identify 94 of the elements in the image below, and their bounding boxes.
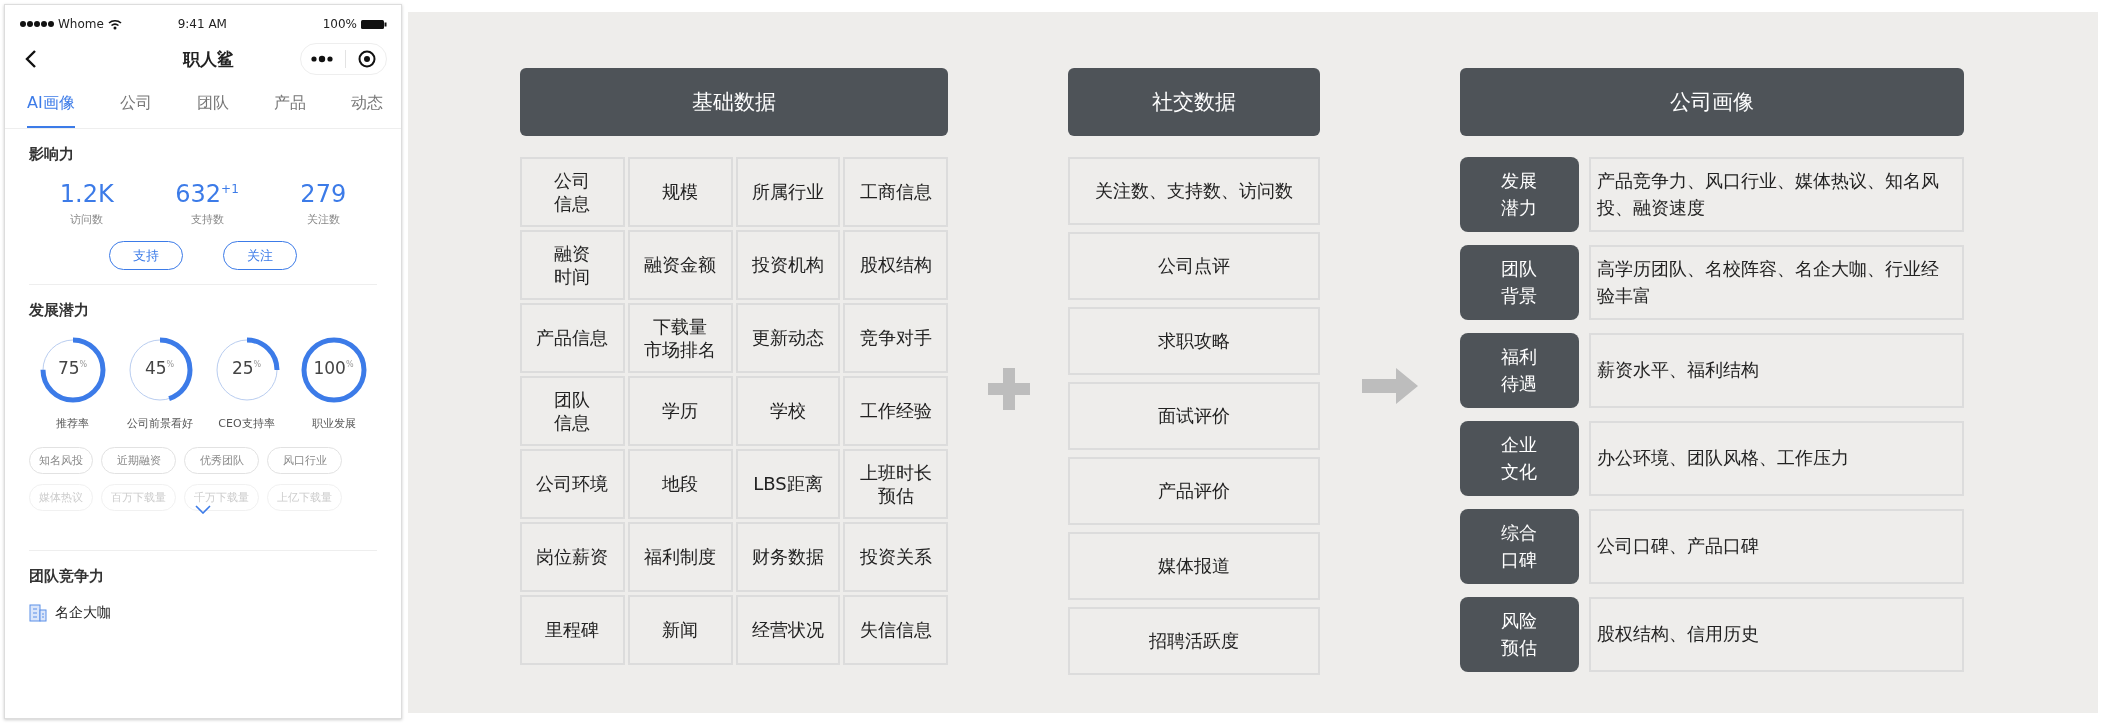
- stat-label: 支持数: [190, 212, 224, 227]
- data-cell: 面试评价: [1068, 382, 1320, 450]
- cell-text: 团队: [554, 387, 591, 411]
- expand-icon[interactable]: [195, 505, 211, 514]
- cell-text: LBS距离: [753, 472, 823, 496]
- dimension-description: 办公环境、团队风格、工作压力: [1589, 421, 1964, 496]
- wifi-icon: [107, 18, 122, 30]
- signal-icon: [19, 20, 55, 28]
- battery-icon: [361, 18, 387, 30]
- tab[interactable]: 团队: [196, 93, 229, 128]
- data-cell: 公司点评: [1068, 232, 1320, 300]
- dimension-label: 发展潜力: [1500, 169, 1539, 220]
- cell-text: 工作经验: [859, 399, 932, 423]
- cell-text: 学历: [662, 399, 699, 423]
- dimension-label: 福利待遇: [1500, 345, 1539, 396]
- cell-text: 投资机构: [751, 253, 824, 277]
- dimension-label: 企业文化: [1500, 433, 1539, 484]
- dimension-description: 公司口碑、产品口碑: [1589, 509, 1964, 584]
- cell-text: 融资金额: [644, 253, 717, 277]
- back-icon[interactable]: [25, 49, 37, 69]
- cell-text: 预估: [877, 484, 914, 508]
- dimension-label: 风险预估: [1500, 609, 1539, 660]
- ring-label: CEO支持率: [218, 416, 275, 431]
- cell-text: 竞争对手: [859, 326, 932, 350]
- column-header: 基础数据: [520, 68, 948, 136]
- cell-text: 产品信息: [536, 326, 609, 350]
- cell-text: 公司环境: [536, 472, 609, 496]
- status-time: 9:41 AM: [176, 17, 228, 31]
- arrow-icon: [1362, 368, 1418, 404]
- ring-value: 25$^{%}$: [231, 358, 262, 378]
- more-icon[interactable]: [311, 55, 333, 63]
- cell-text: 福利制度: [644, 545, 717, 569]
- stat-value: 632$^{+1}$: [175, 180, 239, 208]
- team-item: 名企大咖: [55, 604, 111, 622]
- dimension-description: 股权结构、信用历史: [1589, 597, 1964, 672]
- dimension-label: 团队背景: [1500, 257, 1539, 308]
- cell-text: 地段: [662, 472, 699, 496]
- cell-text: 信息: [554, 411, 591, 435]
- app-title: 职人鲨: [181, 47, 235, 71]
- tab[interactable]: AI画像: [27, 93, 75, 128]
- dimension-description: 高学历团队、名校阵容、名企大咖、行业经验丰富: [1589, 245, 1964, 320]
- dimension-description: 产品竞争力、风口行业、媒体热议、知名风投、融资速度: [1589, 157, 1964, 232]
- cell-text: 工商信息: [859, 180, 932, 204]
- data-cell: 求职攻略: [1068, 307, 1320, 375]
- close-target-icon[interactable]: [358, 50, 376, 68]
- cell-text: 经营状况: [751, 618, 824, 642]
- building-icon: [29, 604, 47, 622]
- column-header: 社交数据: [1068, 68, 1320, 136]
- ring-label: 推荐率: [56, 416, 89, 431]
- action-button[interactable]: 支持: [109, 241, 183, 270]
- ring-value: 100$^{%}$: [313, 358, 354, 378]
- tab[interactable]: 公司: [119, 93, 152, 128]
- cell-text: 公司: [554, 168, 591, 192]
- action-button[interactable]: 关注: [223, 241, 297, 270]
- cell-text: 学校: [769, 399, 806, 423]
- cell-text: 规模: [662, 180, 699, 204]
- cell-text: 岗位薪资: [536, 545, 609, 569]
- stat-value: 1.2K: [59, 180, 114, 208]
- cell-text: 融资: [554, 241, 591, 265]
- cell-text: 失信信息: [859, 618, 932, 642]
- cell-text: 投资关系: [859, 545, 932, 569]
- carrier-name: Whome: [19, 17, 104, 31]
- dimension-description: 薪资水平、福利结构: [1589, 333, 1964, 408]
- dimension-label: 综合口碑: [1500, 521, 1539, 572]
- cell-text: 上班时长: [859, 460, 932, 484]
- cell-text: 财务数据: [751, 545, 824, 569]
- battery-percent: 100%: [322, 17, 357, 31]
- data-cell: 招聘活跃度: [1068, 607, 1320, 675]
- section-title: 影响力: [29, 145, 75, 164]
- data-cell: 关注数、支持数、访问数: [1068, 157, 1320, 225]
- data-cell: 产品评价: [1068, 457, 1320, 525]
- section-title: 发展潜力: [29, 301, 90, 320]
- cell-text: 时间: [554, 265, 591, 289]
- cell-text: 里程碑: [545, 618, 600, 642]
- cell-text: 下载量: [653, 314, 708, 338]
- cell-text: 更新动态: [751, 326, 824, 350]
- stat-value: 279: [300, 180, 347, 208]
- tab[interactable]: 动态: [351, 93, 383, 128]
- ring-value: 75$^{%}$: [57, 358, 88, 378]
- cell-text: 新闻: [662, 618, 699, 642]
- cell-text: 股权结构: [859, 253, 932, 277]
- stat-label: 关注数: [306, 212, 340, 227]
- cell-text: 市场排名: [644, 338, 717, 362]
- column-header: 公司画像: [1460, 68, 1964, 136]
- cell-text: 所属行业: [751, 180, 824, 204]
- tab[interactable]: 产品: [273, 93, 306, 128]
- ring-label: 职业发展: [311, 416, 356, 431]
- section-title: 团队竞争力: [29, 567, 105, 586]
- cell-text: 信息: [554, 192, 591, 216]
- ring-label: 公司前景看好: [126, 416, 193, 431]
- data-cell: 媒体报道: [1068, 532, 1320, 600]
- ring-value: 45$^{%}$: [144, 358, 175, 378]
- stat-label: 访问数: [70, 212, 104, 227]
- plus-icon: [988, 368, 1030, 410]
